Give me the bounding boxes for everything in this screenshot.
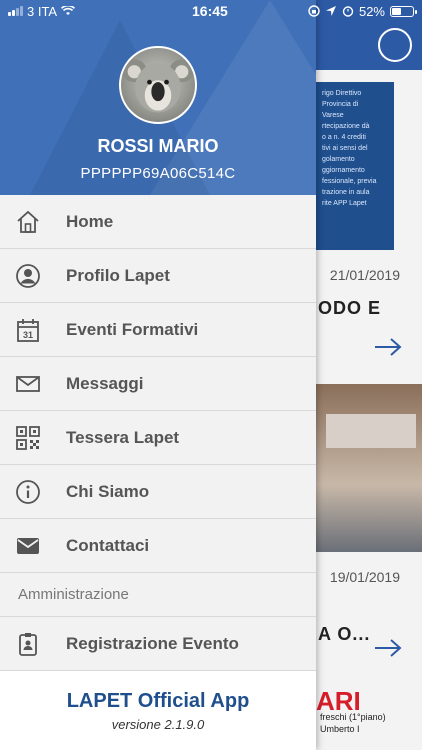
badge-icon <box>19 633 37 656</box>
menu-item-label: Eventi Formativi <box>66 319 199 339</box>
event-photo[interactable] <box>316 384 422 552</box>
menu-item-label: Contattaci <box>66 535 150 555</box>
koala-avatar-image <box>121 59 195 113</box>
drawer-footer: LAPET Official App versione 2.1.9.0 <box>0 690 316 732</box>
event-date: 21/01/2019 <box>329 267 400 283</box>
menu-item-contattaci[interactable]: Contattaci <box>0 519 316 573</box>
rotation-lock-icon <box>308 5 320 17</box>
envelope-filled-icon <box>17 538 39 554</box>
menu-item-label: Registrazione Evento <box>66 633 239 653</box>
alarm-icon <box>342 6 354 17</box>
event-title[interactable]: ODO E <box>318 298 381 319</box>
event-date: 19/01/2019 <box>329 569 400 585</box>
user-fiscal-code: PPPPPP69A06C514C <box>80 165 236 182</box>
wifi-icon <box>61 6 76 15</box>
location-icon <box>325 6 336 16</box>
avatar[interactable] <box>119 46 197 124</box>
status-bar: 3 ITA 16:45 52% <box>0 0 422 22</box>
sponsor-text: Umberto I <box>320 724 360 734</box>
sponsor-text: freschi (1°piano) <box>320 712 386 722</box>
arrow-right-icon[interactable] <box>374 338 402 356</box>
menu-item-profilo-lapet[interactable]: Profilo Lapet <box>0 249 316 303</box>
menu-item-tessera-lapet[interactable]: Tessera Lapet <box>0 411 316 465</box>
event-title[interactable]: A O... <box>318 624 370 645</box>
menu-item-label: Home <box>66 211 114 231</box>
mail-icon <box>16 376 40 392</box>
calendar-icon: 31 <box>17 319 39 342</box>
app-version: versione 2.1.9.0 <box>111 717 205 732</box>
arrow-right-icon[interactable] <box>374 639 402 657</box>
app-name: LAPET Official App <box>66 690 250 712</box>
clock: 16:45 <box>192 3 228 19</box>
menu-item-label: Chi Siamo <box>66 481 150 501</box>
navigation-drawer: ROSSI MARIO PPPPPP69A06C514C Home Profil… <box>0 0 316 750</box>
battery-percent: 52% <box>358 3 385 19</box>
section-title: Amministrazione <box>18 586 129 603</box>
battery-icon <box>390 5 417 17</box>
menu-item-label: Messaggi <box>66 373 144 393</box>
svg-text:31: 31 <box>23 330 33 340</box>
profile-icon <box>16 264 40 288</box>
info-icon <box>16 480 40 504</box>
signal-icon <box>8 6 23 16</box>
menu-item-messaggi[interactable]: Messaggi <box>0 357 316 411</box>
section-header-amministrazione: Amministrazione <box>0 573 316 617</box>
carrier-label: 3 ITA <box>27 3 58 19</box>
qr-code-icon <box>16 426 40 450</box>
menu-item-registrazione-evento[interactable]: Registrazione Evento <box>0 617 316 671</box>
menu-item-label: Tessera Lapet <box>66 427 180 447</box>
lapet-logo-icon[interactable] <box>378 28 412 62</box>
drawer-header: ROSSI MARIO PPPPPP69A06C514C <box>0 0 316 195</box>
drawer-menu: Home Profilo Lapet 31 Eventi Formativi M… <box>0 195 316 671</box>
user-name: ROSSI MARIO <box>97 136 219 156</box>
menu-item-eventi-formativi[interactable]: 31 Eventi Formativi <box>0 303 316 357</box>
menu-item-home[interactable]: Home <box>0 195 316 249</box>
menu-item-chi-siamo[interactable]: Chi Siamo <box>0 465 316 519</box>
event-poster-text: rigo Direttivo Provincia di Varese rteci… <box>322 90 377 207</box>
menu-item-label: Profilo Lapet <box>66 265 170 285</box>
home-icon <box>17 210 39 233</box>
